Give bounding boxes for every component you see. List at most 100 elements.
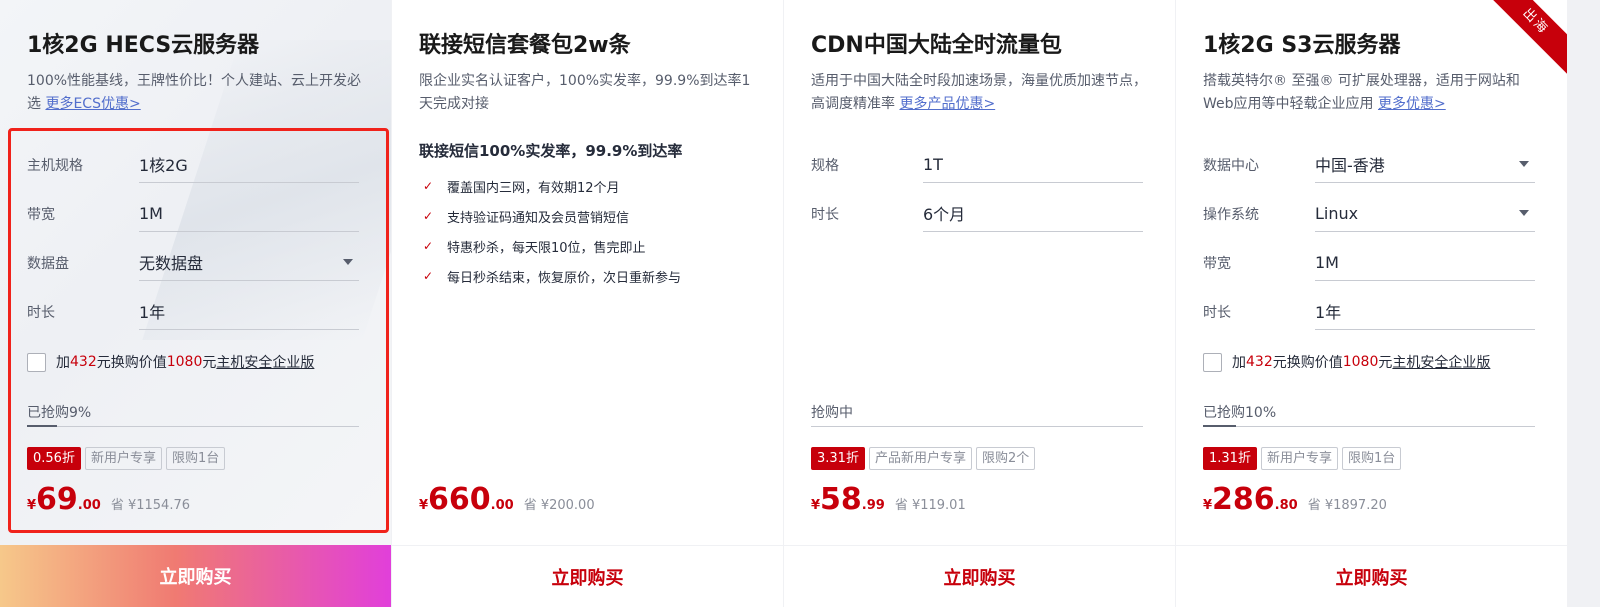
card-body: 联接短信套餐包2w条 限企业实名认证客户，100%实发率，99.9%到达率1天完… [392, 0, 783, 545]
datacenter-select[interactable]: 中国-香港 [1315, 147, 1535, 183]
spec-row-disk: 数据盘 无数据盘 [27, 238, 364, 287]
buy-now-button[interactable]: 立即购买 [392, 545, 783, 607]
addon-prefix: 加 [56, 355, 70, 371]
spec-label: 带宽 [27, 206, 55, 223]
price-integer: 660 [428, 482, 491, 517]
addon-checkbox[interactable] [1203, 352, 1222, 372]
buy-now-button[interactable]: 立即购买 [784, 545, 1175, 607]
tag-list: 0.56折 新用户专享 限购1台 [27, 447, 229, 470]
addon-checkbox[interactable] [27, 352, 46, 372]
card-description: 搭载英特尔® 至强® 可扩展处理器，适用于网站和Web应用等中轻载企业应用 更多… [1203, 70, 1540, 116]
spec-row-duration: 时长 1年 [1203, 287, 1540, 336]
feature-list: ✓ 覆盖国内三网，有效期12个月 ✓ 支持验证码通知及会员营销短信 ✓ 特惠秒杀，每天… [419, 171, 756, 291]
addon-worth: 1080 [1342, 354, 1379, 370]
new-user-tag: 新用户专享 [84, 447, 162, 470]
feature-item: ✓ 每日秒杀结束，恢复原价，次日重新参与 [419, 261, 756, 291]
tag-list: 3.31折 产品新用户专享 限购2个 [811, 447, 1039, 470]
spec-row-duration: 时长 1年 [27, 287, 364, 336]
progress-track [811, 426, 1143, 427]
progress-track [1203, 425, 1535, 427]
duration-field[interactable]: 1年 [1315, 294, 1535, 330]
spec-value: 1T [923, 154, 943, 174]
spec-label: 数据中心 [1203, 157, 1259, 174]
price-integer: 69 [36, 482, 78, 517]
spec-value: 1核2G [139, 156, 188, 175]
purchase-progress: 已抢购9% [27, 402, 359, 427]
price-currency: ¥ [1203, 498, 1213, 513]
progress-text: 已抢购9% [27, 405, 92, 421]
spec-list: 主机规格 1核2G 带宽 1M 数据盘 无数据盘 时长 1年 [27, 140, 364, 336]
limit-tag: 限购2个 [975, 447, 1036, 470]
price-decimal: .80 [1274, 498, 1298, 513]
size-field[interactable]: 1T [923, 147, 1143, 183]
addon-product-link[interactable]: 主机安全企业版 [1392, 352, 1490, 372]
spec-list: 数据中心 中国-香港 操作系统 Linux 带宽 1M 时长 1年 [1203, 140, 1540, 336]
discount-badge: 1.31折 [1203, 447, 1257, 470]
data-disk-select[interactable]: 无数据盘 [139, 245, 359, 281]
more-offers-link[interactable]: 更多优惠> [1378, 96, 1446, 112]
check-icon: ✓ [419, 207, 437, 225]
card-description: 限企业实名认证客户，100%实发率，99.9%到达率1天完成对接 [419, 73, 751, 112]
check-icon: ✓ [419, 237, 437, 255]
card-body: CDN中国大陆全时流量包 适用于中国大陆全时段加速场景，海量优质加速节点，高调度… [784, 0, 1175, 545]
spec-value: Linux [1315, 203, 1359, 223]
os-select[interactable]: Linux [1315, 196, 1535, 232]
addon-amount: 432 [1246, 354, 1273, 370]
tag-list: 1.31折 新用户专享 限购1台 [1203, 447, 1405, 470]
spec-row-bandwidth: 带宽 1M [1203, 238, 1540, 287]
purchase-progress: 抢购中 [811, 402, 1143, 427]
feature-text: 支持验证码通知及会员营销短信 [447, 210, 630, 226]
duration-field[interactable]: 6个月 [923, 196, 1143, 232]
addon-amount: 432 [70, 354, 97, 370]
purchase-progress: 已抢购10% [1203, 402, 1535, 427]
card-description: 100%性能基线，王牌性价比！个人建站、云上开发必选 更多ECS优惠> [27, 70, 364, 116]
buy-now-button[interactable]: 立即购买 [0, 545, 391, 607]
bandwidth-field[interactable]: 1M [139, 196, 359, 232]
price: ¥69.00 省 ¥1154.76 [27, 480, 190, 520]
duration-field[interactable]: 1年 [139, 294, 359, 330]
spec-label: 主机规格 [27, 157, 83, 174]
product-card-row: 1核2G HECS云服务器 100%性能基线，王牌性价比！个人建站、云上开发必选… [0, 0, 1600, 607]
spec-label: 规格 [811, 157, 839, 174]
buy-now-button[interactable]: 立即购买 [1176, 545, 1567, 607]
spec-row-bandwidth: 带宽 1M [27, 189, 364, 238]
new-user-tag: 新用户专享 [1260, 447, 1338, 470]
addon-worth: 1080 [166, 354, 203, 370]
features-heading: 联接短信100%实发率，99.9%到达率 [419, 142, 683, 160]
host-spec-field[interactable]: 1核2G [139, 147, 359, 183]
discount-badge: 3.31折 [811, 447, 865, 470]
feature-item: ✓ 支持验证码通知及会员营销短信 [419, 201, 756, 231]
price-integer: 286 [1212, 482, 1275, 517]
addon-prefix: 加 [1232, 355, 1246, 371]
feature-text: 特惠秒杀，每天限10位，售完即止 [447, 240, 646, 256]
addon-suffix: 元 [1378, 355, 1393, 371]
spec-label: 时长 [1203, 304, 1231, 321]
spec-list: 规格 1T 时长 6个月 [811, 140, 1148, 238]
price-savings: 省 ¥1154.76 [110, 498, 190, 513]
card-title: 1核2G S3云服务器 [1203, 33, 1401, 58]
spec-value: 6个月 [923, 205, 966, 224]
card-description-text: 搭载英特尔® 至强® 可扩展处理器，适用于网站和Web应用等中轻载企业应用 [1203, 73, 1520, 112]
addon-offer: 加 432 元换购价值 1080 元主机安全企业版 [27, 352, 314, 372]
price-savings: 省 ¥119.01 [894, 498, 966, 513]
addon-mid: 元换购价值 [96, 355, 167, 371]
check-icon: ✓ [419, 177, 437, 195]
more-ecs-offers-link[interactable]: 更多ECS优惠> [45, 96, 140, 112]
card-title: CDN中国大陆全时流量包 [811, 33, 1062, 58]
caret-down-icon [1519, 161, 1529, 167]
spec-row-datacenter: 数据中心 中国-香港 [1203, 140, 1540, 189]
product-card-hecs: 1核2G HECS云服务器 100%性能基线，王牌性价比！个人建站、云上开发必选… [0, 0, 391, 607]
progress-fill [27, 425, 57, 427]
progress-text: 抢购中 [811, 405, 853, 421]
price-currency: ¥ [811, 498, 821, 513]
feature-text: 覆盖国内三网，有效期12个月 [447, 180, 620, 196]
price: ¥660.00 省 ¥200.00 [419, 480, 595, 520]
card-body: 1核2G S3云服务器 搭载英特尔® 至强® 可扩展处理器，适用于网站和Web应… [1176, 0, 1567, 545]
price-decimal: .00 [490, 498, 514, 513]
card-body: 1核2G HECS云服务器 100%性能基线，王牌性价比！个人建站、云上开发必选… [0, 0, 391, 545]
addon-product-link[interactable]: 主机安全企业版 [216, 352, 314, 372]
bandwidth-field[interactable]: 1M [1315, 245, 1535, 281]
product-card-sms: 联接短信套餐包2w条 限企业实名认证客户，100%实发率，99.9%到达率1天完… [392, 0, 783, 607]
more-product-offers-link[interactable]: 更多产品优惠> [899, 96, 995, 112]
price-decimal: .00 [77, 498, 101, 513]
